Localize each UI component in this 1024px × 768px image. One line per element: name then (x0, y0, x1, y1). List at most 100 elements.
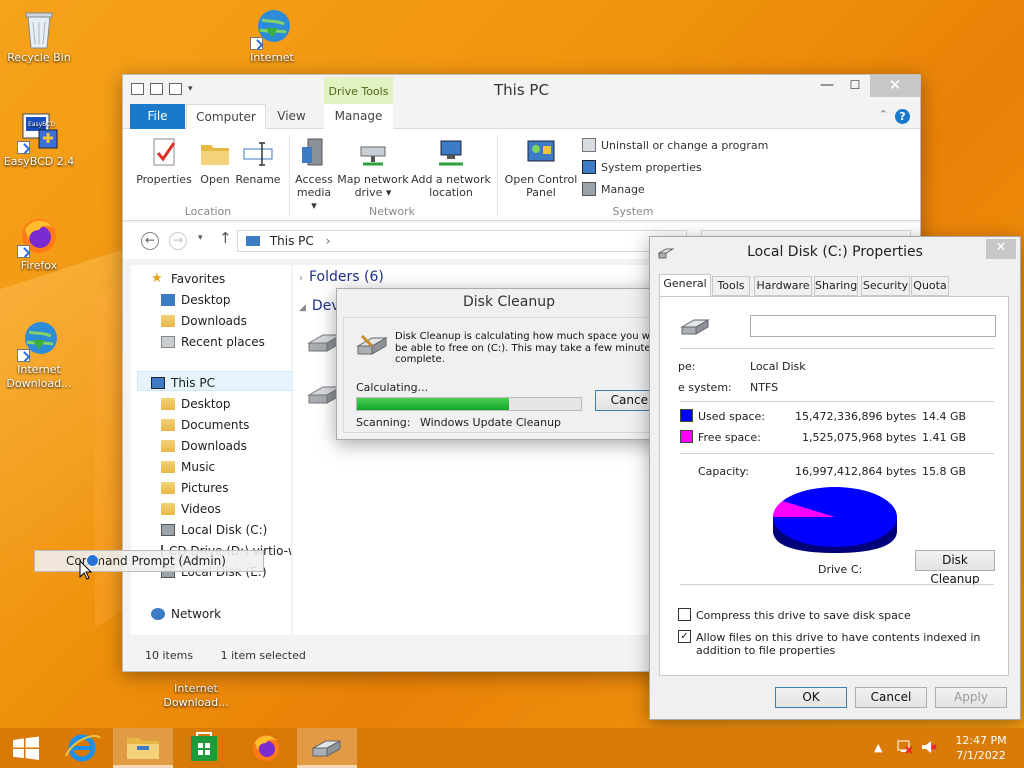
rename-button[interactable]: Rename (235, 137, 281, 186)
back-icon[interactable]: ← (141, 232, 159, 250)
nav-label: Downloads (181, 314, 247, 328)
button-label: Access (295, 173, 333, 186)
disk-cleanup-button[interactable]: Disk Cleanup (915, 550, 995, 586)
desktop-icon-easybcd[interactable]: EasyBCD EasyBCD 2.4 (1, 112, 77, 169)
compress-checkbox[interactable] (678, 608, 691, 621)
desktop-icon-internet-download[interactable]: Internet Download... (1, 320, 77, 391)
devices-group-header[interactable]: ◢ Dev (299, 298, 340, 314)
shortcut-arrow-icon (17, 245, 30, 258)
nav-pictures[interactable]: Pictures (161, 478, 229, 498)
volume-label-input[interactable] (750, 315, 996, 337)
start-button[interactable] (0, 728, 60, 768)
taskbar: ▲ 12:47 PM 7/1/2022 (0, 728, 1024, 768)
used-space-swatch (680, 409, 693, 422)
tab-general[interactable]: General (659, 274, 711, 297)
cancel-button[interactable]: Cancel (855, 687, 927, 708)
desktop-icon-recycle-bin[interactable]: Recycle Bin (1, 8, 77, 65)
taskbar-internet-explorer[interactable] (52, 728, 112, 768)
index-checkbox[interactable]: ✓ (678, 630, 691, 643)
taskbar-file-explorer[interactable] (113, 728, 173, 768)
nav-pc-downloads[interactable]: Downloads (161, 436, 247, 456)
divider (680, 584, 994, 585)
progress-fill (357, 398, 510, 410)
nav-desktop[interactable]: Desktop (161, 290, 231, 310)
apply-button[interactable]: Apply (935, 687, 1007, 708)
desktop-icon (161, 294, 175, 306)
nav-this-pc[interactable]: This PC (151, 373, 215, 393)
maximize-button[interactable]: ☐ (841, 75, 869, 97)
system-properties-button[interactable]: System properties (582, 160, 702, 174)
nav-label: Downloads (181, 439, 247, 453)
title-bar: ▾ Drive Tools This PC — ☐ ✕ (123, 75, 920, 105)
properties-button[interactable]: Properties (135, 137, 193, 186)
dialog-body: Disk Cleanup is calculating how much spa… (343, 317, 675, 433)
nav-label: Network (171, 607, 222, 621)
free-space-swatch (680, 430, 693, 443)
open-button[interactable]: Open (195, 137, 235, 186)
nav-favorites[interactable]: ★ Favorites (151, 269, 225, 289)
system-properties-icon (582, 160, 596, 174)
tab-file[interactable]: File (130, 104, 185, 129)
forward-icon[interactable]: → (169, 232, 187, 250)
tab-quota[interactable]: Quota (911, 276, 949, 296)
minimize-ribbon-icon[interactable]: ⌃ (879, 108, 888, 121)
close-button[interactable]: ✕ (986, 239, 1016, 259)
desktop-icon-firefox[interactable]: Firefox (1, 216, 77, 273)
tab-manage[interactable]: Manage (324, 104, 393, 129)
tab-computer[interactable]: Computer (186, 104, 266, 130)
nav-label: Desktop (181, 293, 231, 307)
minimize-button[interactable]: — (813, 75, 841, 97)
address-box[interactable]: This PC › (237, 230, 687, 252)
button-label: Open (200, 173, 230, 186)
add-network-location-button[interactable]: Add a network location (411, 137, 491, 199)
nav-downloads[interactable]: Downloads (161, 311, 247, 331)
tab-hardware[interactable]: Hardware (754, 276, 812, 296)
open-control-panel-button[interactable]: Open Control Panel (503, 137, 579, 199)
ok-button[interactable]: OK (775, 687, 847, 708)
internet-explorer-icon (65, 734, 101, 762)
tab-tools[interactable]: Tools (712, 276, 750, 296)
free-space-label: Free space: (698, 431, 761, 444)
capacity-bytes: 16,997,412,864 bytes (795, 465, 917, 478)
star-icon: ★ (151, 271, 163, 286)
taskbar-disk-cleanup[interactable] (297, 728, 357, 768)
address-path: This PC (269, 234, 314, 248)
nav-music[interactable]: Music (161, 457, 215, 477)
close-button[interactable]: ✕ (870, 75, 920, 97)
nav-pc-desktop[interactable]: Desktop (161, 394, 231, 414)
computer-icon (246, 236, 260, 246)
group-label-location: Location (184, 205, 232, 218)
show-hidden-icons[interactable]: ▲ (874, 740, 882, 755)
uninstall-program-button[interactable]: Uninstall or change a program (582, 138, 768, 152)
manage-button[interactable]: Manage (582, 182, 645, 196)
map-network-drive-button[interactable]: Map network drive ▾ (337, 137, 409, 199)
desktop-icon-internet[interactable]: Internet (234, 8, 310, 65)
nav-network[interactable]: Network (151, 604, 221, 624)
button-label: Properties (136, 173, 192, 186)
general-tab-pane: pe: Local Disk e system: NTFS Used space… (659, 296, 1009, 676)
network-status-icon[interactable] (896, 739, 914, 755)
network-drive-icon (357, 137, 389, 169)
access-media-button[interactable]: Access media ▾ (293, 137, 335, 212)
recent-locations-icon[interactable]: ▾ (198, 233, 203, 243)
nav-label: This PC (171, 376, 215, 390)
nav-videos[interactable]: Videos (161, 499, 221, 519)
taskbar-store[interactable] (174, 728, 234, 768)
tab-sharing[interactable]: Sharing (814, 276, 858, 296)
dragged-command-prompt-item[interactable]: Command Prompt (Admin) (34, 550, 264, 572)
volume-muted-icon[interactable] (920, 739, 938, 755)
button-label: media ▾ (296, 186, 332, 212)
store-icon (191, 732, 217, 761)
nav-recent-places[interactable]: Recent places (161, 332, 265, 352)
desktop-icon-internet-download[interactable]: Internet Download... (156, 666, 232, 710)
help-icon[interactable]: ? (895, 109, 910, 124)
up-icon[interactable]: ↑ (219, 229, 232, 247)
free-space-bytes: 1,525,075,968 bytes (802, 431, 917, 444)
clock[interactable]: 12:47 PM 7/1/2022 (948, 733, 1014, 763)
nav-documents[interactable]: Documents (161, 415, 249, 435)
taskbar-firefox[interactable] (236, 728, 296, 768)
tab-view[interactable]: View (269, 104, 314, 129)
tab-security[interactable]: Security (861, 276, 910, 296)
nav-local-disk-c[interactable]: Local Disk (C:) (161, 520, 267, 540)
folders-group-header[interactable]: › Folders (6) (299, 269, 384, 285)
